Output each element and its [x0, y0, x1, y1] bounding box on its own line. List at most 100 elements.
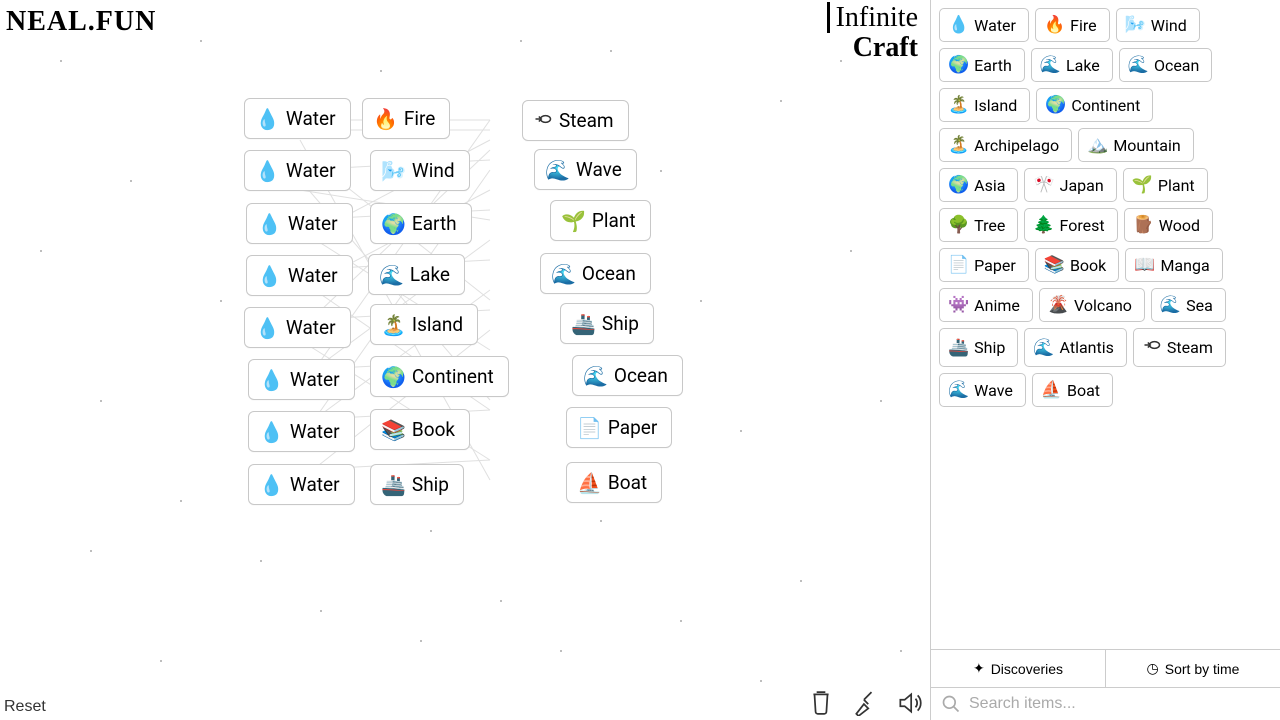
inventory-item-lake[interactable]: 🌊Lake — [1031, 48, 1113, 82]
item-label: Water — [288, 212, 338, 235]
inventory-item-ship[interactable]: 🚢Ship — [939, 328, 1018, 367]
inventory-item-atlantis[interactable]: 🌊Atlantis — [1024, 328, 1127, 367]
water-icon: 💧 — [257, 266, 282, 286]
inventory-label: Forest — [1060, 216, 1105, 235]
inventory-item-boat[interactable]: ⛵Boat — [1032, 373, 1113, 407]
ship-icon: 🚢 — [571, 314, 596, 334]
inventory-label: Archipelago — [974, 136, 1059, 155]
canvas-item-water[interactable]: 💧Water — [246, 203, 353, 244]
canvas-item-steam[interactable]: Steam — [522, 100, 629, 141]
crafting-canvas[interactable]: NEAL.FUN Infinite Craft 💧Water🔥FireSteam… — [0, 0, 930, 720]
item-label: Continent — [412, 365, 494, 388]
canvas-item-ship[interactable]: 🚢 Ship — [370, 464, 464, 505]
sort-button[interactable]: ◷ Sort by time — [1105, 650, 1280, 687]
inventory-item-water[interactable]: 💧Water — [939, 8, 1029, 42]
item-label: Water — [288, 264, 338, 287]
inventory-item-fire[interactable]: 🔥Fire — [1035, 8, 1110, 42]
canvas-item-book[interactable]: 📚Book — [370, 409, 470, 450]
item-label: Water — [286, 316, 336, 339]
canvas-item-water[interactable]: 💧 Water — [246, 255, 353, 296]
inventory-item-mountain[interactable]: 🏔️Mountain — [1078, 128, 1194, 162]
inventory-item-wave[interactable]: 🌊Wave — [939, 373, 1026, 407]
island-icon: 🏝️ — [948, 95, 969, 115]
ship-icon: 🚢 — [381, 475, 406, 495]
canvas-item-wind[interactable]: 🌬️Wind — [370, 150, 470, 191]
inventory-item-sea[interactable]: 🌊Sea — [1151, 288, 1226, 322]
canvas-item-continent[interactable]: 🌍 Continent — [370, 356, 509, 397]
canvas-item-fire[interactable]: 🔥Fire — [362, 98, 450, 139]
canvas-item-water[interactable]: 💧Water — [248, 359, 355, 400]
inventory-label: Wave — [974, 381, 1013, 400]
inventory-item-paper[interactable]: 📄Paper — [939, 248, 1029, 282]
lake-icon: 🌊 — [379, 265, 404, 285]
reset-button[interactable]: Reset — [4, 698, 46, 716]
canvas-item-water[interactable]: 💧 Water — [244, 307, 351, 348]
inventory-item-archipelago[interactable]: 🏝️Archipelago — [939, 128, 1072, 162]
canvas-item-water[interactable]: 💧Water — [248, 411, 355, 452]
broom-icon[interactable] — [852, 690, 878, 716]
canvas-item-ocean[interactable]: 🌊Ocean — [572, 355, 683, 396]
cup-icon[interactable] — [808, 690, 834, 716]
inventory-item-manga[interactable]: 📖Manga — [1125, 248, 1222, 282]
paper-icon: 📄 — [948, 255, 969, 275]
inventory-label: Lake — [1066, 56, 1100, 75]
asia-icon: 🌍 — [948, 175, 969, 195]
item-label: Ship — [602, 312, 639, 335]
inventory-item-plant[interactable]: 🌱Plant — [1123, 168, 1208, 202]
inventory-label: Tree — [974, 216, 1005, 235]
boat-icon: ⛵ — [577, 473, 602, 493]
boat-icon: ⛵ — [1041, 380, 1062, 400]
item-label: Ship — [412, 473, 449, 496]
inventory-item-continent[interactable]: 🌍Continent — [1036, 88, 1153, 122]
item-label: Water — [286, 159, 336, 182]
atlantis-icon: 🌊 — [1033, 338, 1054, 358]
inventory-item-wood[interactable]: 🪵Wood — [1124, 208, 1213, 242]
item-label: Ocean — [582, 262, 636, 285]
canvas-item-island[interactable]: 🏝️Island — [370, 304, 478, 345]
wood-icon: 🪵 — [1133, 215, 1154, 235]
continent-icon: 🌍 — [381, 367, 406, 387]
inventory-item-anime[interactable]: 👾Anime — [939, 288, 1033, 322]
canvas-item-boat[interactable]: ⛵Boat — [566, 462, 662, 503]
water-icon: 💧 — [255, 318, 280, 338]
inventory-item-earth[interactable]: 🌍Earth — [939, 48, 1025, 82]
inventory-item-asia[interactable]: 🌍Asia — [939, 168, 1018, 202]
inventory-list[interactable]: 💧Water🔥Fire🌬️Wind🌍Earth🌊Lake🌊Ocean🏝️Isla… — [931, 0, 1280, 649]
inventory-item-volcano[interactable]: 🌋 Volcano — [1039, 288, 1145, 322]
inventory-item-steam[interactable]: Steam — [1133, 328, 1226, 367]
canvas-item-paper[interactable]: 📄Paper — [566, 407, 672, 448]
inventory-item-wind[interactable]: 🌬️ Wind — [1116, 8, 1200, 42]
canvas-item-earth[interactable]: 🌍Earth — [370, 203, 472, 244]
canvas-item-ship[interactable]: 🚢 Ship — [560, 303, 654, 344]
inventory-item-island[interactable]: 🏝️Island — [939, 88, 1030, 122]
inventory-item-forest[interactable]: 🌲Forest — [1024, 208, 1117, 242]
wave-icon: 🌊 — [545, 160, 570, 180]
volcano-icon: 🌋 — [1048, 295, 1069, 315]
item-label: Ocean — [614, 364, 668, 387]
canvas-item-wave[interactable]: 🌊Wave — [534, 149, 637, 190]
inventory-item-book[interactable]: 📚Book — [1035, 248, 1120, 282]
discoveries-button[interactable]: ✦ Discoveries — [931, 650, 1105, 687]
earth-icon: 🌍 — [948, 55, 969, 75]
canvas-item-ocean[interactable]: 🌊 Ocean — [540, 253, 651, 294]
canvas-item-lake[interactable]: 🌊Lake — [368, 254, 465, 295]
inventory-item-ocean[interactable]: 🌊Ocean — [1119, 48, 1213, 82]
inventory-item-japan[interactable]: 🎌Japan — [1024, 168, 1116, 202]
mountain-icon: 🏔️ — [1087, 135, 1108, 155]
search-input[interactable] — [969, 695, 1270, 713]
ship-icon: 🚢 — [948, 338, 969, 358]
canvas-item-water[interactable]: 💧Water — [244, 98, 351, 139]
canvas-item-water[interactable]: 💧 Water — [244, 150, 351, 191]
water-icon: 💧 — [255, 161, 280, 181]
item-label: Paper — [608, 416, 657, 439]
inventory-label: Ocean — [1154, 56, 1199, 75]
wind-icon: 🌬️ — [1125, 15, 1146, 35]
inventory-item-tree[interactable]: 🌳Tree — [939, 208, 1018, 242]
sound-icon[interactable] — [896, 690, 922, 716]
ocean-icon: 🌊 — [551, 264, 576, 284]
canvas-item-plant[interactable]: 🌱Plant — [550, 200, 651, 241]
inventory-label: Volcano — [1074, 296, 1132, 315]
item-label: Book — [412, 418, 455, 441]
inventory-label: Wind — [1151, 16, 1187, 35]
canvas-item-water[interactable]: 💧Water — [248, 464, 355, 505]
